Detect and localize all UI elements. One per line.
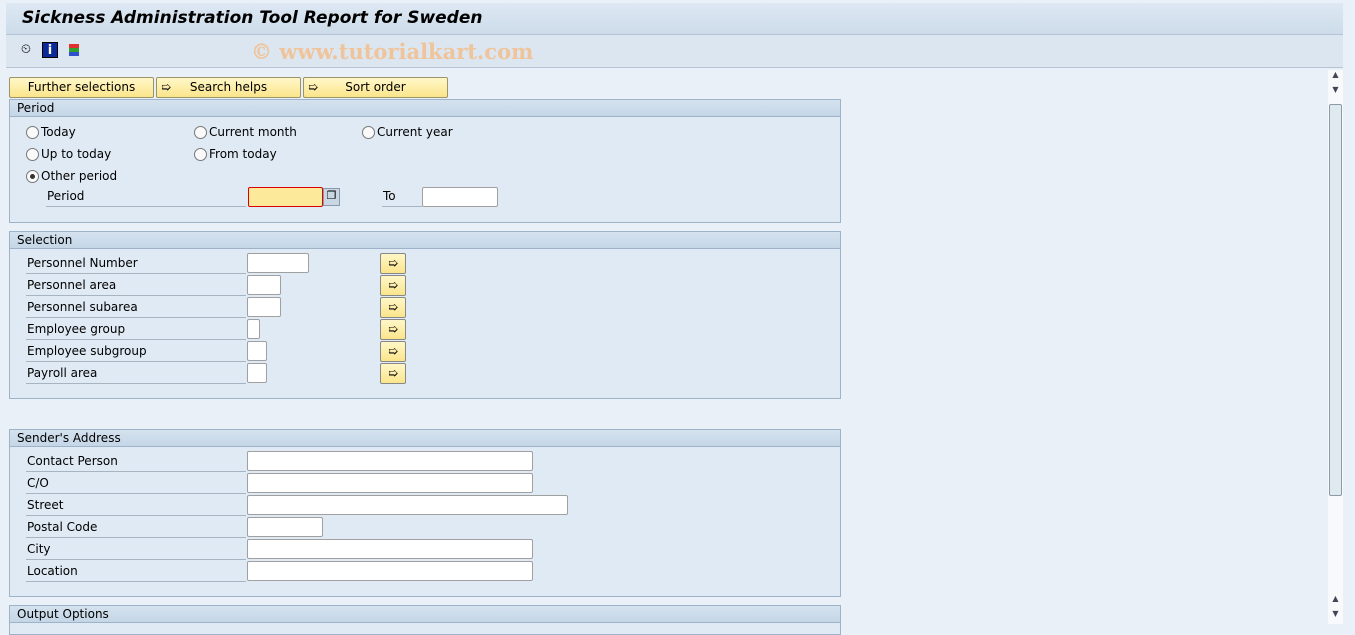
street-label: Street — [26, 496, 246, 516]
employee-subgroup-input[interactable] — [247, 341, 267, 361]
personnel-subarea-label: Personnel subarea — [26, 298, 246, 318]
senders-address-group: Sender's Address Contact Person C/O Stre… — [9, 429, 841, 597]
radio-circle[interactable] — [26, 169, 39, 183]
employee-subgroup-label: Employee subgroup — [26, 342, 246, 362]
radio-circle[interactable] — [26, 125, 39, 139]
employee-group-label: Employee group — [26, 320, 246, 340]
payroll-area-label: Payroll area — [26, 364, 246, 384]
multiple-selection-button[interactable]: ➯ — [380, 275, 406, 296]
radio-circle[interactable] — [362, 125, 375, 139]
multiple-selection-icon[interactable]: ❐ — [323, 188, 340, 206]
scroll-up-page-icon[interactable]: ▲ — [1328, 594, 1343, 608]
scroll-up-icon[interactable]: ▲ — [1328, 70, 1343, 84]
period-label: Period — [46, 187, 246, 207]
radio-label: From today — [209, 147, 277, 161]
selection-group: Selection Personnel Number ➯ Personnel a… — [9, 231, 841, 399]
selection-variant-icon[interactable] — [69, 44, 79, 56]
personnel-number-label: Personnel Number — [26, 254, 246, 274]
contact-person-input[interactable] — [247, 451, 533, 471]
radio-label: Up to today — [41, 147, 112, 161]
radio-label: Today — [41, 125, 76, 139]
sort-order-label: Sort order — [345, 80, 406, 94]
payroll-area-input[interactable] — [247, 363, 267, 383]
city-label: City — [26, 540, 246, 560]
sort-order-button[interactable]: ➯ Sort order — [303, 77, 448, 98]
period-from-input[interactable] — [248, 187, 323, 207]
further-selections-label: Further selections — [27, 80, 136, 94]
period-to-input[interactable] — [422, 187, 498, 207]
radio-circle[interactable] — [26, 147, 39, 161]
arrow-right-icon: ➯ — [308, 80, 319, 94]
period-group: Period Today Current month Current year … — [9, 99, 841, 223]
postal-code-label: Postal Code — [26, 518, 246, 538]
title-bar: Sickness Administration Tool Report for … — [6, 3, 1343, 35]
radio-circle[interactable] — [194, 125, 207, 139]
info-icon[interactable]: i — [42, 42, 58, 58]
multiple-selection-button[interactable]: ➯ — [380, 341, 406, 362]
street-input[interactable] — [247, 495, 568, 515]
personnel-number-input[interactable] — [247, 253, 309, 273]
co-input[interactable] — [247, 473, 533, 493]
location-input[interactable] — [247, 561, 533, 581]
radio-circle[interactable] — [194, 147, 207, 161]
personnel-subarea-input[interactable] — [247, 297, 281, 317]
scroll-thumb[interactable] — [1329, 104, 1342, 496]
co-label: C/O — [26, 474, 246, 494]
further-selections-button[interactable]: Further selections — [9, 77, 154, 98]
postal-code-input[interactable] — [247, 517, 323, 537]
watermark: © www.tutorialkart.com — [251, 39, 534, 64]
output-options-group: Output Options — [9, 605, 841, 635]
execute-clock-icon[interactable]: ⏲ — [18, 42, 34, 58]
multiple-selection-button[interactable]: ➯ — [380, 253, 406, 274]
multiple-selection-button[interactable]: ➯ — [380, 297, 406, 318]
period-header: Period — [10, 100, 840, 117]
employee-group-input[interactable] — [247, 319, 260, 339]
output-options-header: Output Options — [10, 606, 840, 623]
selection-header: Selection — [10, 232, 840, 249]
radio-label: Other period — [41, 169, 118, 183]
radio-up-to-today[interactable]: Up to today — [26, 147, 111, 161]
radio-current-month[interactable]: Current month — [194, 125, 297, 139]
search-helps-label: Search helps — [189, 80, 268, 94]
application-toolbar: ⏲ i © www.tutorialkart.com — [6, 35, 1343, 68]
contact-person-label: Contact Person — [26, 452, 246, 472]
arrow-right-icon: ➯ — [161, 80, 172, 94]
multiple-selection-button[interactable]: ➯ — [380, 363, 406, 384]
radio-label: Current year — [377, 125, 453, 139]
search-helps-button[interactable]: ➯ Search helps — [156, 77, 301, 98]
to-label: To — [382, 187, 422, 207]
scroll-down-icon[interactable]: ▼ — [1328, 609, 1343, 623]
radio-from-today[interactable]: From today — [194, 147, 277, 161]
location-label: Location — [26, 562, 246, 582]
radio-label: Current month — [209, 125, 297, 139]
radio-current-year[interactable]: Current year — [362, 125, 453, 139]
city-input[interactable] — [247, 539, 533, 559]
page-title: Sickness Administration Tool Report for … — [22, 8, 483, 28]
vertical-scrollbar[interactable]: ▲ ▼ ▲ ▼ — [1328, 70, 1343, 624]
personnel-area-input[interactable] — [247, 275, 281, 295]
scroll-down-page-icon[interactable]: ▼ — [1328, 85, 1343, 99]
senders-address-header: Sender's Address — [10, 430, 840, 447]
radio-other-period[interactable]: Other period — [26, 169, 117, 183]
radio-today[interactable]: Today — [26, 125, 76, 139]
personnel-area-label: Personnel area — [26, 276, 246, 296]
multiple-selection-button[interactable]: ➯ — [380, 319, 406, 340]
